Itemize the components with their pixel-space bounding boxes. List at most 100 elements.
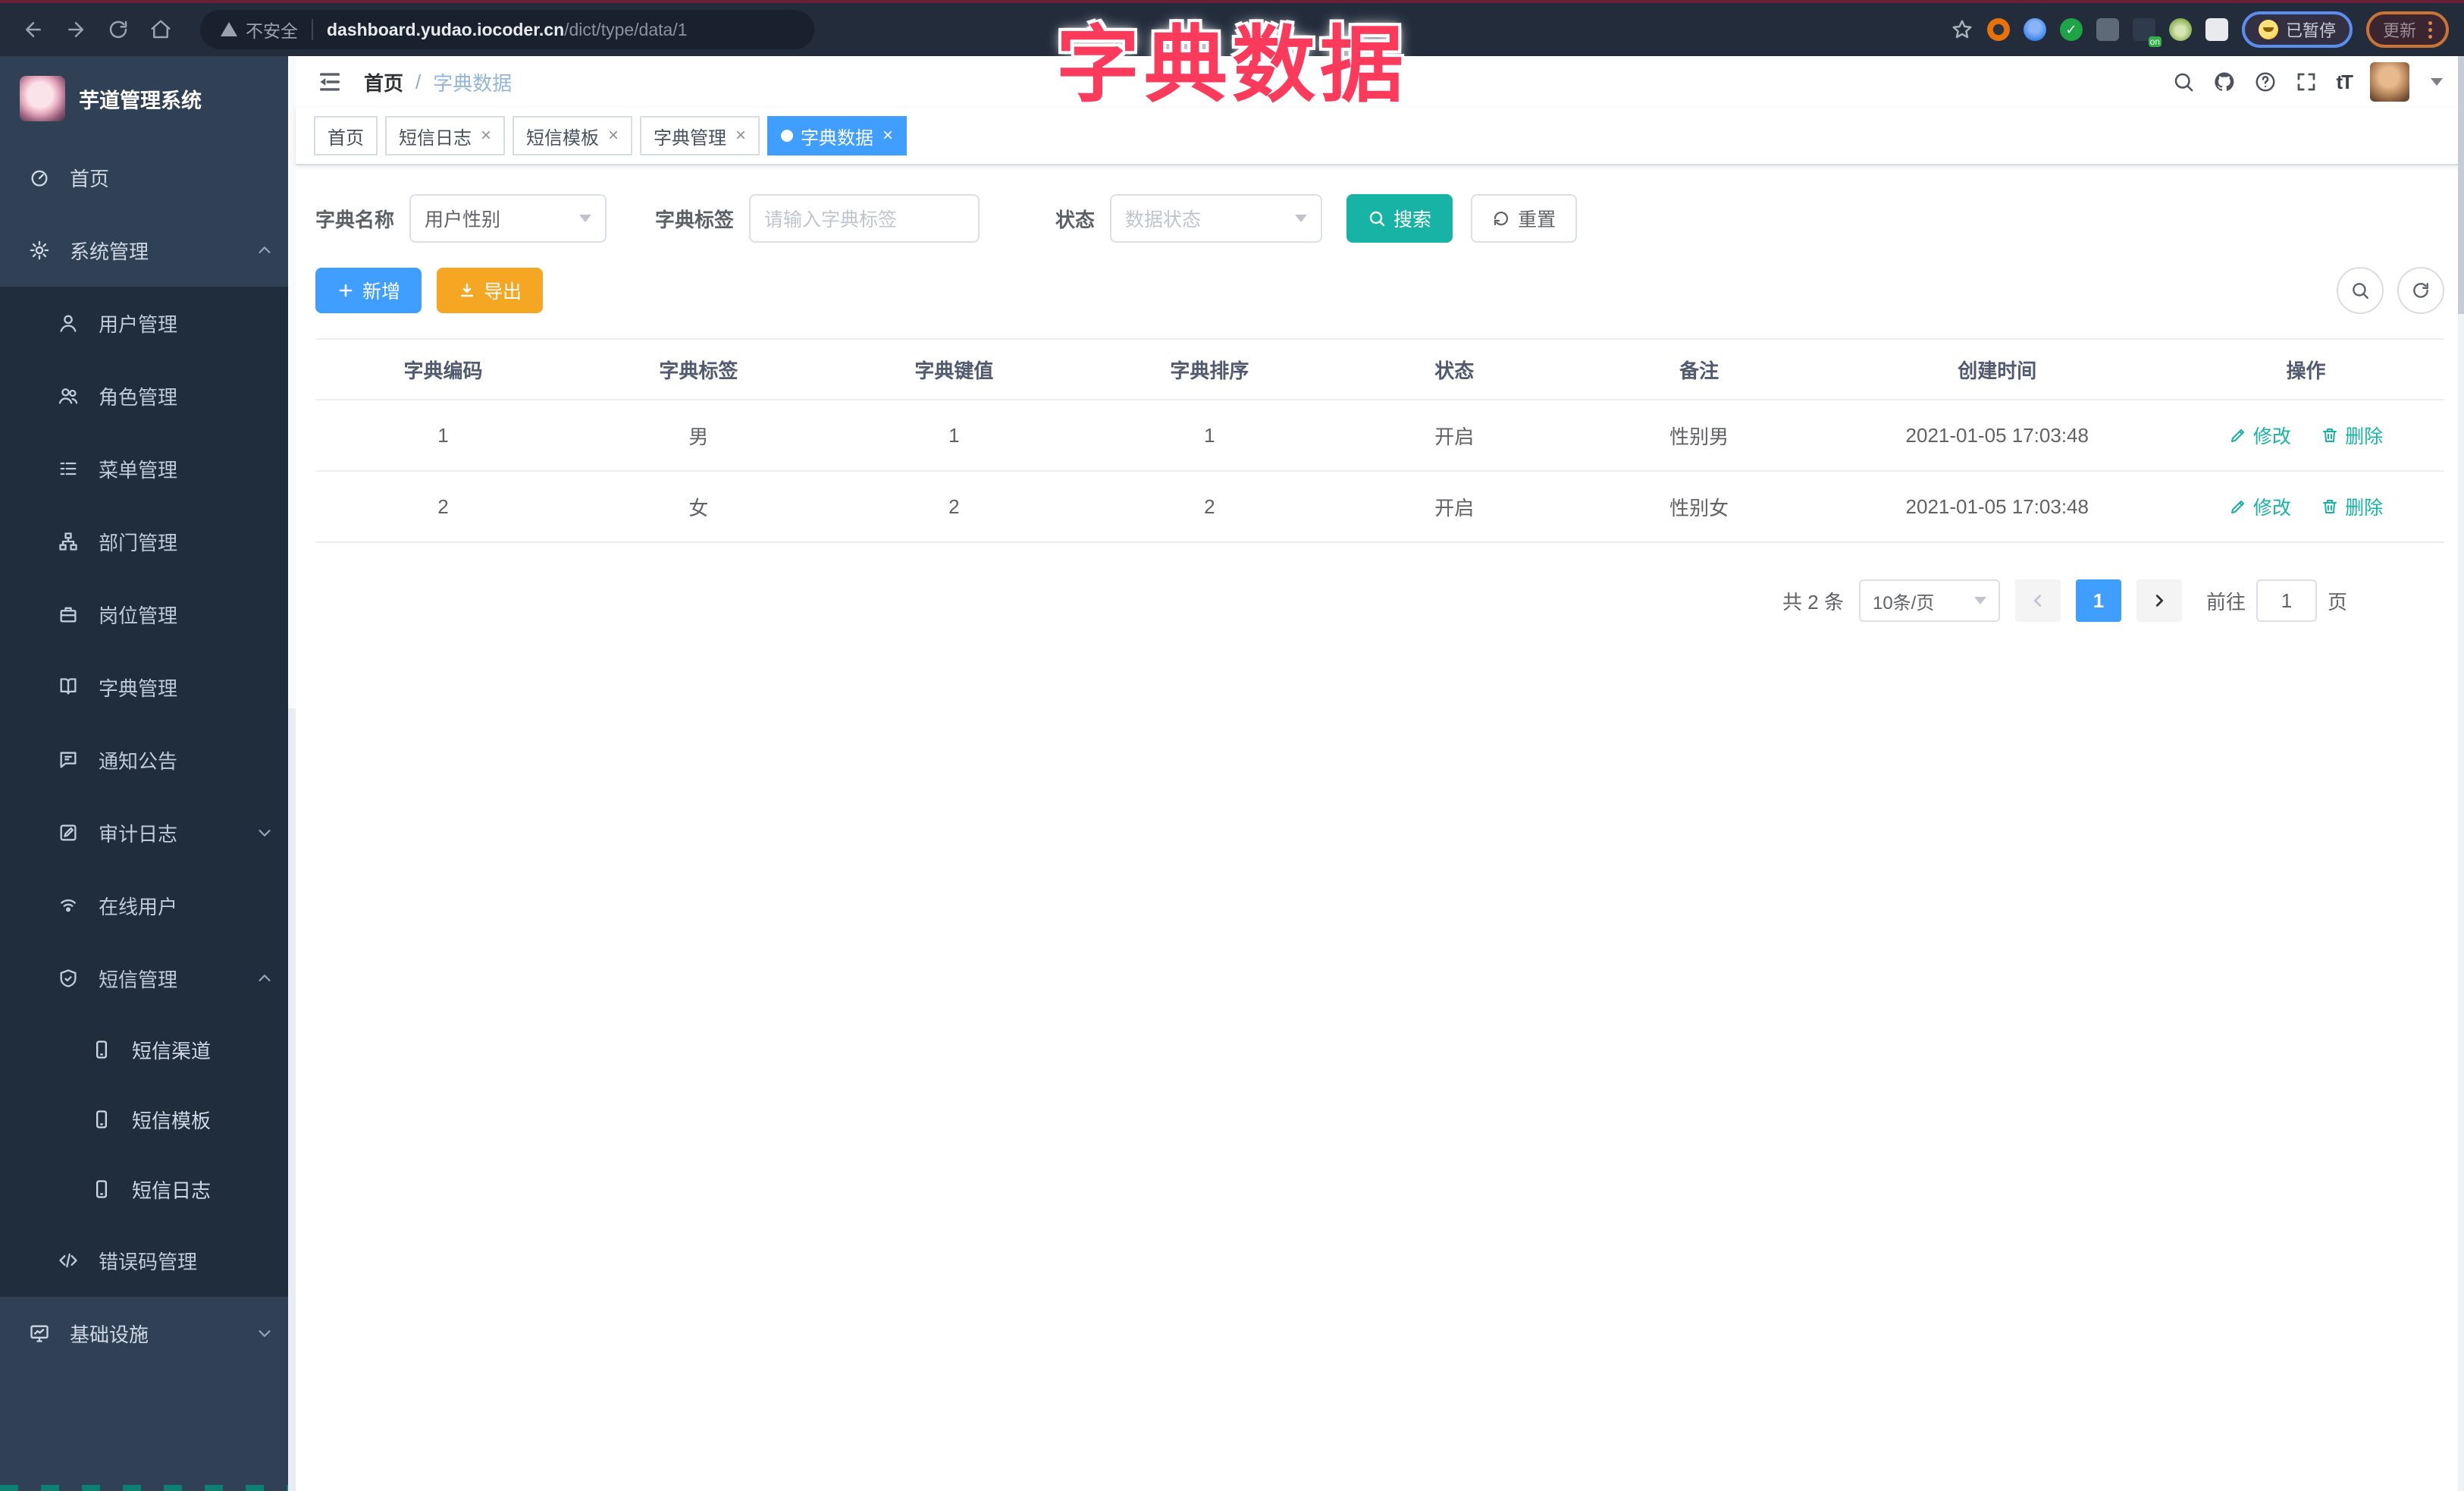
extensions-puzzle-icon[interactable]: [2205, 18, 2228, 41]
col-created: 创建时间: [1826, 338, 2168, 400]
user-avatar[interactable]: [2370, 62, 2409, 102]
sidebar-item-infrastructure[interactable]: 基础设施: [0, 1297, 296, 1370]
active-dot: [781, 130, 794, 142]
page-suffix-label: 页: [2327, 590, 2347, 614]
sidebar-item-dept-management[interactable]: 部门管理: [0, 505, 296, 578]
sidebar-item-label: 短信模板: [132, 1109, 212, 1132]
browser-menu-kebab-icon[interactable]: [2428, 20, 2432, 39]
breadcrumb-separator: /: [415, 70, 422, 93]
sidebar-item-sms-management[interactable]: 短信管理: [0, 942, 296, 1015]
tab-dict-data[interactable]: 字典数据 ×: [767, 116, 908, 155]
extension-icon-on[interactable]: on: [2132, 18, 2161, 47]
sidebar-item-user-management[interactable]: 用户管理: [0, 287, 296, 359]
sidebar-item-system-management[interactable]: 系统管理: [0, 214, 296, 287]
avatar-caret-icon[interactable]: [2431, 78, 2443, 86]
edit-link[interactable]: 修改: [2229, 422, 2291, 449]
extension-icon-gray[interactable]: [2096, 18, 2119, 41]
delete-link[interactable]: 删除: [2321, 493, 2383, 520]
close-icon[interactable]: ×: [481, 127, 491, 145]
browser-forward-icon[interactable]: [58, 11, 94, 48]
add-button[interactable]: 新增: [315, 268, 422, 313]
tab-home[interactable]: 首页: [314, 116, 378, 155]
sidebar-item-sms-log[interactable]: 短信日志: [0, 1154, 296, 1224]
user-icon: [60, 315, 77, 332]
extension-icon-check[interactable]: ✓: [2059, 18, 2083, 41]
dict-name-select[interactable]: 用户性别: [409, 194, 607, 243]
sidebar-item-menu-management[interactable]: 菜单管理: [0, 432, 296, 505]
logo-avatar: [20, 76, 65, 121]
header-search-icon[interactable]: [2172, 71, 2195, 93]
page-number-1[interactable]: 1: [2075, 579, 2121, 622]
message-bubble-icon: [60, 752, 77, 768]
sidebar-item-role-management[interactable]: 角色管理: [0, 359, 296, 432]
sidebar-item-error-code[interactable]: 错误码管理: [0, 1224, 296, 1297]
browser-back-icon[interactable]: [15, 11, 52, 48]
sidebar-item-sms-channel[interactable]: 短信渠道: [0, 1015, 296, 1085]
cell-code: 2: [315, 471, 571, 543]
sidebar-item-label: 首页: [70, 167, 110, 190]
emoji-icon: [2258, 20, 2278, 39]
close-icon[interactable]: ×: [608, 127, 619, 145]
export-button[interactable]: 导出: [437, 268, 544, 313]
paused-extension-pill[interactable]: 已暂停: [2241, 11, 2353, 48]
sidebar-item-label: 审计日志: [99, 822, 178, 846]
goto-page-input[interactable]: 1: [2256, 579, 2317, 622]
download-icon: [460, 283, 474, 297]
tab-sms-template[interactable]: 短信模板 ×: [513, 116, 633, 155]
dashboard-icon: [31, 170, 48, 187]
fullscreen-icon[interactable]: [2295, 71, 2318, 93]
briefcase-icon: [60, 607, 77, 623]
address-bar[interactable]: 不安全 dashboard.yudao.iocoder.cn /dict/typ…: [200, 10, 814, 49]
breadcrumb: 首页 / 字典数据: [364, 68, 512, 96]
sidebar-item-notice[interactable]: 通知公告: [0, 724, 296, 796]
sidebar-item-audit-log[interactable]: 审计日志: [0, 796, 296, 869]
refresh-table-button[interactable]: [2397, 267, 2444, 314]
sidebar-item-label: 菜单管理: [99, 458, 178, 482]
delete-link[interactable]: 删除: [2321, 422, 2383, 449]
extension-icon-orange[interactable]: [1986, 18, 2010, 41]
status-label: 状态: [1055, 208, 1096, 231]
sidebar-logo[interactable]: 芋道管理系统: [0, 56, 296, 141]
sidebar-item-dict-management[interactable]: 字典管理: [0, 651, 296, 724]
browser-update-button[interactable]: 更新: [2365, 11, 2449, 48]
github-icon[interactable]: [2213, 71, 2236, 93]
close-icon[interactable]: ×: [882, 127, 893, 145]
edit-link[interactable]: 修改: [2229, 493, 2291, 520]
sidebar-item-label: 岗位管理: [99, 604, 178, 627]
sidebar-fold-icon[interactable]: [317, 69, 343, 95]
next-page-button[interactable]: [2136, 579, 2182, 622]
sidebar-item-sms-template[interactable]: 短信模板: [0, 1085, 296, 1154]
breadcrumb-home[interactable]: 首页: [364, 68, 403, 96]
sidebar-item-label: 短信管理: [99, 968, 178, 991]
extension-icon-blue[interactable]: [2023, 18, 2046, 41]
bookmark-star-icon[interactable]: [1951, 18, 1973, 41]
extension-icon-sprout[interactable]: [2168, 18, 2192, 41]
sidebar-scrollbar[interactable]: [288, 56, 296, 1491]
goto-label: 前往: [2205, 590, 2246, 614]
browser-home-icon[interactable]: [143, 11, 179, 48]
browser-reload-icon[interactable]: [100, 11, 136, 48]
page-scrollbar[interactable]: [2458, 56, 2464, 1491]
reset-button[interactable]: 重置: [1471, 194, 1578, 243]
cell-remark: 性别男: [1571, 400, 1827, 472]
dict-label-label: 字典标签: [655, 208, 735, 231]
help-icon[interactable]: [2254, 71, 2277, 93]
status-select[interactable]: 数据状态: [1110, 194, 1323, 243]
sidebar-item-post-management[interactable]: 岗位管理: [0, 578, 296, 651]
page-size-select[interactable]: 10条/页: [1858, 579, 2000, 622]
screen: 不安全 dashboard.yudao.iocoder.cn /dict/typ…: [0, 0, 2464, 1491]
font-size-icon[interactable]: tT: [2336, 71, 2353, 94]
dict-label-input[interactable]: 请输入字典标签: [749, 194, 980, 243]
sidebar-item-label: 基础设施: [70, 1323, 149, 1346]
prev-page-button[interactable]: [2014, 579, 2061, 622]
trash-icon: [2323, 499, 2337, 513]
sidebar-item-home[interactable]: 首页: [0, 141, 296, 214]
sidebar-item-online-users[interactable]: 在线用户: [0, 869, 296, 942]
close-icon[interactable]: ×: [735, 127, 746, 145]
tab-sms-log[interactable]: 短信日志 ×: [385, 116, 506, 155]
search-button[interactable]: 搜索: [1346, 194, 1453, 243]
reset-button-label: 重置: [1518, 209, 1556, 231]
toggle-search-button[interactable]: [2337, 267, 2384, 314]
filter-form: 字典名称 用户性别 字典标签 请输入字典标签 状态 数据状态 搜索 重置: [315, 194, 2444, 243]
tab-dict-management[interactable]: 字典管理 ×: [640, 116, 760, 155]
